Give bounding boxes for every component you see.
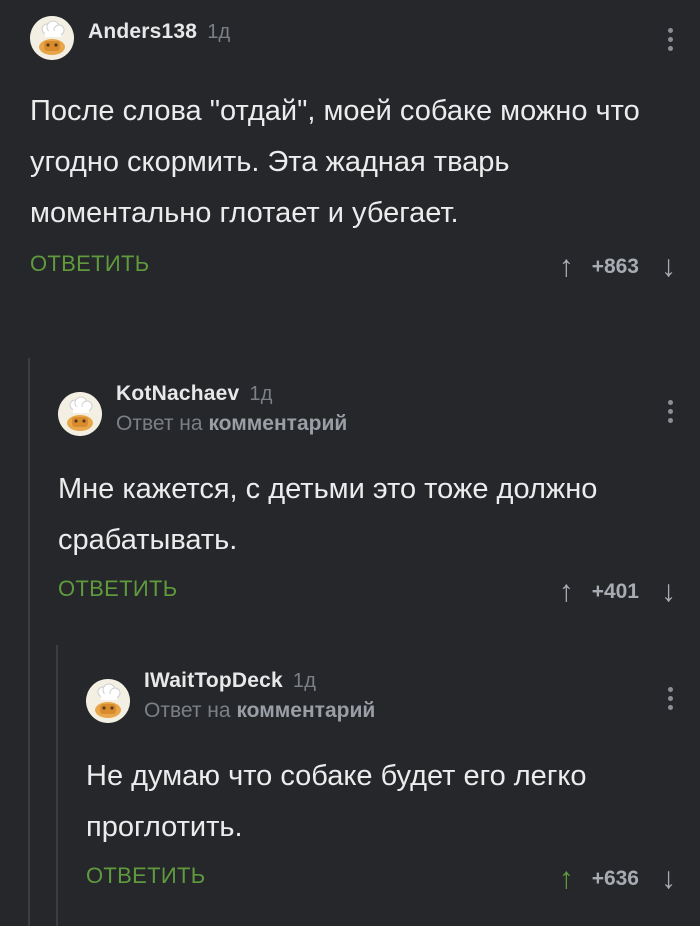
comment-footer: ОТВЕТИТЬ ↑ +401 ↓ [58,572,700,612]
comment-footer: ОТВЕТИТЬ ↑ +636 ↓ [86,859,700,899]
comment-time: 1д [207,21,231,43]
avatar[interactable] [86,679,130,723]
vote-controls: ↑ +636 ↓ [559,859,676,899]
reply-target-link[interactable]: комментарий [236,699,375,722]
thread-line-level-2 [56,645,58,926]
arrow-up-icon[interactable]: ↑ [559,864,574,894]
chef-bun-avatar-icon [30,16,74,60]
arrow-up-icon[interactable]: ↑ [559,252,574,282]
comment-time: 1д [249,383,273,405]
arrow-down-icon[interactable]: ↓ [661,864,676,894]
comment-score: +401 [591,580,639,603]
reply-button[interactable]: ОТВЕТИТЬ [58,576,177,602]
reply-to-label: Ответ на комментарий [144,699,376,722]
comment-header: IWaitTopDeck 1д Ответ на комментарий [86,665,700,723]
arrow-down-icon[interactable]: ↓ [661,252,676,282]
vertical-dots-icon[interactable] [668,400,674,427]
comment-text: Не думаю что собаке будет его легко прог… [86,760,587,843]
comment-time: 1д [292,670,317,692]
arrow-down-icon[interactable]: ↓ [661,577,676,607]
chef-bun-avatar-icon [86,679,130,723]
comment-score: +636 [591,867,639,890]
thread-line-level-1 [28,358,30,926]
comment-footer: ОТВЕТИТЬ ↑ +863 ↓ [30,247,700,287]
arrow-up-icon[interactable]: ↑ [559,577,574,607]
comment-score: +863 [591,255,639,278]
vertical-dots-icon[interactable] [668,687,674,714]
comment: KotNachaev 1д Ответ на комментарий Мне ка… [58,378,700,612]
comment: Anders138 1д После слова "отдай", моей со… [30,16,700,287]
username[interactable]: Anders138 1д [88,20,230,44]
username[interactable]: IWaitTopDeck 1д [144,669,316,693]
comment-text: Мне кажется, с детьми это тоже должно ср… [58,473,598,556]
reply-to-label: Ответ на комментарий [116,412,348,435]
avatar[interactable] [58,392,102,436]
vote-controls: ↑ +401 ↓ [559,572,676,612]
comment-header: Anders138 1д [30,16,700,66]
username[interactable]: KotNachaev 1д [116,382,273,406]
comment: IWaitTopDeck 1д Ответ на комментарий Не д… [86,665,700,899]
comment-header: KotNachaev 1д Ответ на комментарий [58,378,700,436]
chef-bun-avatar-icon [58,392,102,436]
reply-target-link[interactable]: комментарий [208,412,347,435]
reply-button[interactable]: ОТВЕТИТЬ [30,251,149,277]
reply-button[interactable]: ОТВЕТИТЬ [86,863,205,889]
vertical-dots-icon[interactable] [668,28,674,55]
avatar[interactable] [30,16,74,60]
comment-text: После слова "отдай", моей собаке можно ч… [30,95,640,229]
vote-controls: ↑ +863 ↓ [559,247,676,287]
